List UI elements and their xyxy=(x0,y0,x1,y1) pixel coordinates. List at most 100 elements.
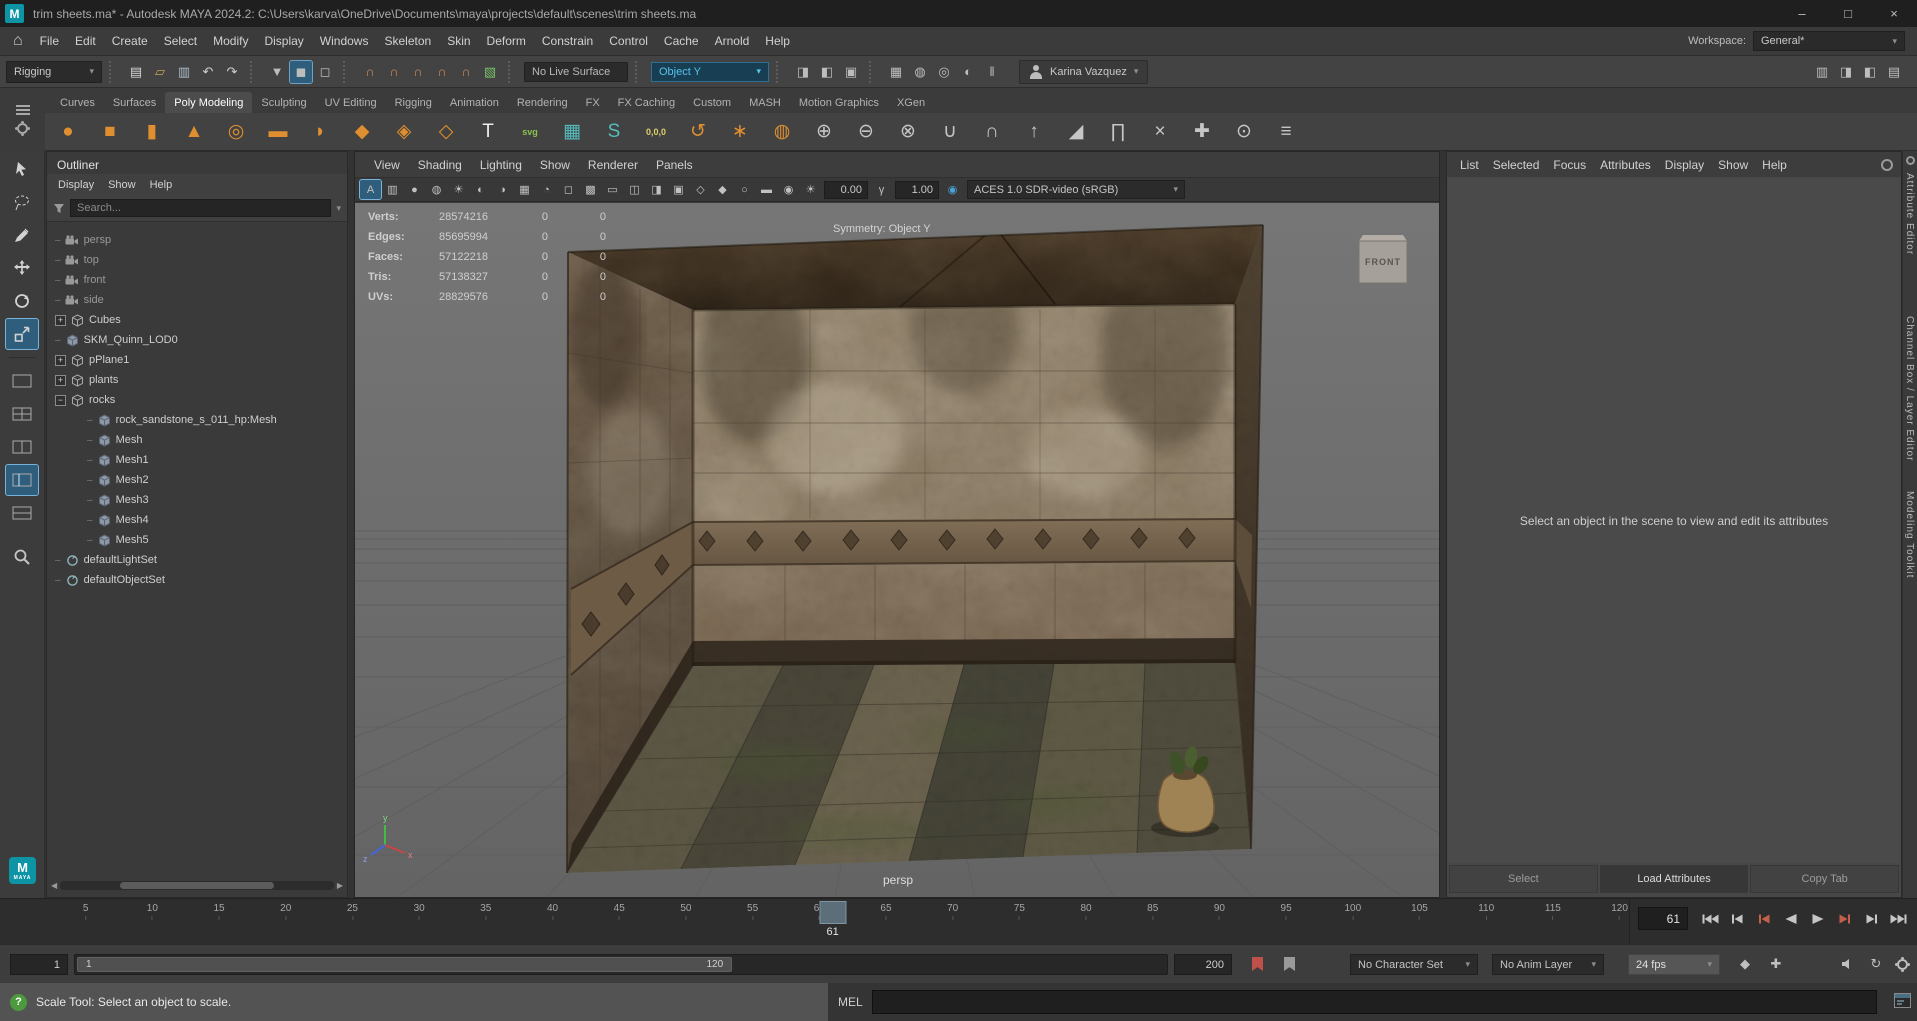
divider[interactable] xyxy=(635,61,644,83)
poly-disc-icon[interactable]: ◗ xyxy=(305,117,335,147)
select-component-icon[interactable]: ◻ xyxy=(314,61,336,83)
construction-plane-icon[interactable]: 0,0,0 xyxy=(641,117,671,147)
colorspace-dropdown[interactable]: ACES 1.0 SDR-video (sRGB) ▾ xyxy=(967,180,1185,199)
layout-outliner-persp-button[interactable] xyxy=(6,465,38,495)
shelf-tab-fx-caching[interactable]: FX Caching xyxy=(609,92,684,113)
character-set-dropdown[interactable]: No Character Set ▾ xyxy=(1350,954,1478,975)
outliner-item-mesh2[interactable]: –Mesh2 xyxy=(47,470,347,490)
outliner-item-defaultobjectset[interactable]: –defaultObjectSet xyxy=(47,570,347,590)
outliner-item-defaultlightset[interactable]: –defaultLightSet xyxy=(47,550,347,570)
layout-single-pane-button[interactable] xyxy=(6,366,38,396)
animation-preferences-icon[interactable] xyxy=(1892,955,1912,973)
paint-select-tool-button[interactable] xyxy=(6,220,38,250)
collapse-icon[interactable]: − xyxy=(55,395,66,406)
toggle-tool-settings-icon[interactable]: ◧ xyxy=(1859,61,1881,83)
view-cube[interactable]: FRONT xyxy=(1359,235,1407,283)
anim-layer-dropdown[interactable]: No Anim Layer ▾ xyxy=(1492,954,1604,975)
target-weld-icon[interactable]: ⊙ xyxy=(1229,117,1259,147)
workspace-dropdown[interactable]: General* ▾ xyxy=(1753,31,1905,51)
anti-aliasing-icon[interactable]: ▦ xyxy=(514,180,535,199)
shadows-icon[interactable]: ◐ xyxy=(470,180,491,199)
maya-badge[interactable]: MMAYA xyxy=(9,857,36,884)
outliner-item-mesh1[interactable]: –Mesh1 xyxy=(47,450,347,470)
use-all-lights-icon[interactable]: ☀ xyxy=(448,180,469,199)
svg-tool-icon[interactable]: svg xyxy=(515,117,545,147)
menu-edit[interactable]: Edit xyxy=(67,34,104,48)
timeline-strip[interactable]: 5101520253035404550556065707580859095100… xyxy=(0,899,1630,945)
speaker-icon[interactable] xyxy=(1838,955,1858,973)
titlebar[interactable]: M trim sheets.ma* - Autodesk MAYA 2024.2… xyxy=(0,0,1917,27)
ipr-render-icon[interactable]: ◎ xyxy=(933,61,955,83)
timeline-tick-110[interactable]: 110 xyxy=(1478,903,1494,920)
expand-icon[interactable]: + xyxy=(55,315,66,326)
wireframe-mode-icon[interactable]: ▥ xyxy=(382,180,403,199)
menu-skeleton[interactable]: Skeleton xyxy=(376,34,439,48)
side-tab-channel-box-layer-editor[interactable]: Channel Box / Layer Editor xyxy=(1904,316,1915,462)
menu-select[interactable]: Select xyxy=(156,34,205,48)
timeline-tick-20[interactable]: 20 xyxy=(280,903,291,920)
go-to-start-button[interactable] xyxy=(1698,909,1722,928)
poly-gear-icon[interactable]: ∗ xyxy=(725,117,755,147)
menu-modify[interactable]: Modify xyxy=(205,34,256,48)
minimize-button[interactable]: – xyxy=(1779,0,1825,27)
divider[interactable] xyxy=(250,61,259,83)
timeline-tick-15[interactable]: 15 xyxy=(213,903,224,920)
rotate-tool-button[interactable] xyxy=(6,286,38,316)
poly-pyramid-icon[interactable]: ◈ xyxy=(389,117,419,147)
poly-plane-icon[interactable]: ▬ xyxy=(263,117,293,147)
sweep-mesh-icon[interactable]: S xyxy=(599,117,629,147)
combine-icon[interactable]: ∪ xyxy=(935,117,965,147)
resolution-gate-icon[interactable]: ◫ xyxy=(624,180,645,199)
outliner-item-front[interactable]: –front xyxy=(47,270,347,290)
boolean-intersection-icon[interactable]: ⊗ xyxy=(893,117,923,147)
new-scene-icon[interactable]: ▤ xyxy=(125,61,147,83)
current-frame-marker[interactable] xyxy=(819,901,846,924)
boolean-union-icon[interactable]: ⊕ xyxy=(809,117,839,147)
pin-icon[interactable] xyxy=(1881,159,1893,171)
snap-to-point-icon[interactable]: ∩ xyxy=(407,61,429,83)
shelf-tab-rendering[interactable]: Rendering xyxy=(508,92,577,113)
textured-mode-icon[interactable]: ◍ xyxy=(426,180,447,199)
menu-display[interactable]: Display xyxy=(256,34,311,48)
shelf-menu-icon[interactable] xyxy=(16,105,30,115)
extrude-icon[interactable]: ↑ xyxy=(1019,117,1049,147)
maximize-button[interactable]: □ xyxy=(1825,0,1871,27)
help-icon[interactable]: ? xyxy=(10,994,27,1011)
shelf-tab-uv-editing[interactable]: UV Editing xyxy=(316,92,386,113)
outliner-item-rock-sandstone-s-011-hp-mesh[interactable]: –rock_sandstone_s_011_hp:Mesh xyxy=(47,410,347,430)
go-to-end-button[interactable] xyxy=(1887,909,1911,928)
menu-arnold[interactable]: Arnold xyxy=(707,34,758,48)
outliner-search-input[interactable] xyxy=(70,199,331,217)
symmetry-field[interactable]: Object Y ▾ xyxy=(651,62,769,82)
open-render-view-icon[interactable]: ▦ xyxy=(885,61,907,83)
poly-cone-icon[interactable]: ▲ xyxy=(179,117,209,147)
attred-menu-list[interactable]: List xyxy=(1453,158,1486,172)
menu-set-dropdown[interactable]: Rigging ▾ xyxy=(6,61,102,83)
attred-menu-focus[interactable]: Focus xyxy=(1546,158,1593,172)
expand-icon[interactable]: + xyxy=(55,355,66,366)
snap-to-projected-center-icon[interactable]: ∩ xyxy=(431,61,453,83)
outliner-item-mesh5[interactable]: –Mesh5 xyxy=(47,530,347,550)
timeline-tick-105[interactable]: 105 xyxy=(1411,903,1428,920)
toggle-attribute-editor-icon[interactable]: ◨ xyxy=(1835,61,1857,83)
home-icon[interactable]: ⌂ xyxy=(4,32,32,50)
timeline-tick-85[interactable]: 85 xyxy=(1147,903,1158,920)
timeline-tick-70[interactable]: 70 xyxy=(947,903,958,920)
auto-key-icon[interactable]: ◆ xyxy=(1735,955,1755,973)
color-management-icon[interactable]: ◉ xyxy=(942,180,963,199)
select-tool-button[interactable] xyxy=(6,154,38,184)
save-scene-icon[interactable]: ▥ xyxy=(173,61,195,83)
multi-cut-icon[interactable]: × xyxy=(1145,117,1175,147)
render-current-frame-icon[interactable]: ◍ xyxy=(909,61,931,83)
set-key-icon[interactable]: ✚ xyxy=(1766,955,1786,973)
scroll-right-icon[interactable]: ▶ xyxy=(337,881,343,890)
exposure-icon[interactable]: ☀ xyxy=(800,180,821,199)
side-tab-attribute-editor[interactable]: Attribute Editor xyxy=(1904,173,1915,255)
shelf-tab-fx[interactable]: FX xyxy=(577,92,609,113)
attred-menu-attributes[interactable]: Attributes xyxy=(1593,158,1658,172)
outliner-item-persp[interactable]: –persp xyxy=(47,230,347,250)
menu-deform[interactable]: Deform xyxy=(479,34,534,48)
toggle-modeling-toolkit-icon[interactable]: ▥ xyxy=(1811,61,1833,83)
isolate-select-icon[interactable]: ◻ xyxy=(558,180,579,199)
construction-history-icon[interactable]: ▣ xyxy=(840,61,862,83)
